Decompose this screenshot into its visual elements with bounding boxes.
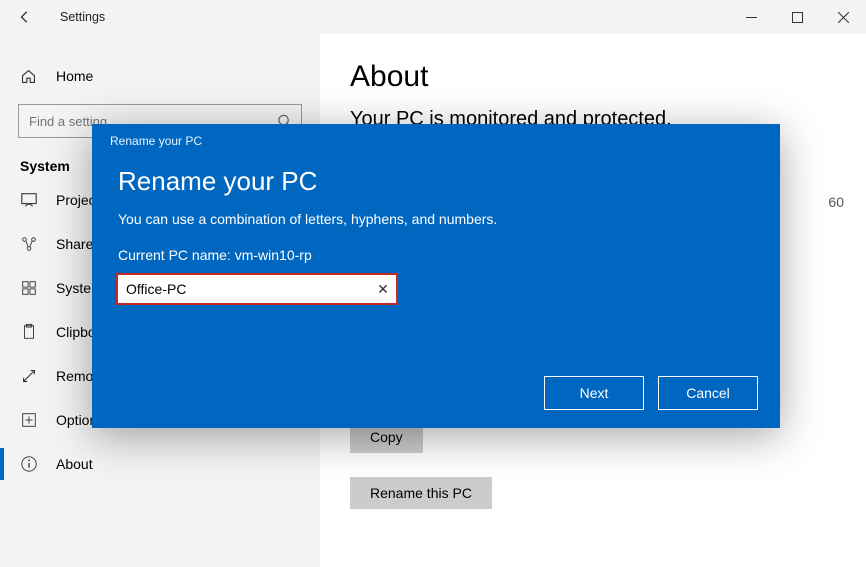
clipboard-icon bbox=[20, 323, 42, 341]
dialog-current-name: Current PC name: vm-win10-rp bbox=[92, 227, 780, 269]
sidebar-item-label: About bbox=[56, 456, 93, 472]
rename-dialog: Rename your PC Rename your PC You can us… bbox=[92, 124, 780, 428]
clear-input-icon[interactable]: ✕ bbox=[370, 281, 396, 298]
components-icon bbox=[20, 279, 42, 297]
page-title: About bbox=[350, 60, 836, 94]
back-icon[interactable] bbox=[18, 10, 38, 24]
close-icon[interactable] bbox=[820, 0, 866, 34]
sidebar-home[interactable]: Home bbox=[0, 56, 320, 96]
dialog-message: You can use a combination of letters, hy… bbox=[92, 203, 780, 227]
pc-name-input-wrap[interactable]: ✕ bbox=[116, 273, 398, 305]
sidebar-item-about[interactable]: About bbox=[0, 442, 320, 486]
remote-icon bbox=[20, 367, 42, 385]
sidebar-home-label: Home bbox=[56, 68, 93, 84]
titlebar: Settings bbox=[0, 0, 866, 34]
pc-name-input[interactable] bbox=[118, 281, 370, 297]
dialog-title: Rename your PC bbox=[92, 148, 780, 203]
about-icon bbox=[20, 455, 42, 473]
cancel-button[interactable]: Cancel bbox=[658, 376, 758, 410]
projecting-icon bbox=[20, 191, 42, 209]
optional-icon bbox=[20, 411, 42, 429]
partial-spec-value: 60 bbox=[828, 194, 844, 210]
dialog-caption: Rename your PC bbox=[92, 124, 780, 148]
next-button[interactable]: Next bbox=[544, 376, 644, 410]
maximize-icon[interactable] bbox=[774, 0, 820, 34]
shared-icon bbox=[20, 235, 42, 253]
home-icon bbox=[20, 68, 42, 85]
rename-pc-button[interactable]: Rename this PC bbox=[350, 477, 492, 509]
window-title: Settings bbox=[60, 10, 105, 24]
minimize-icon[interactable] bbox=[728, 0, 774, 34]
